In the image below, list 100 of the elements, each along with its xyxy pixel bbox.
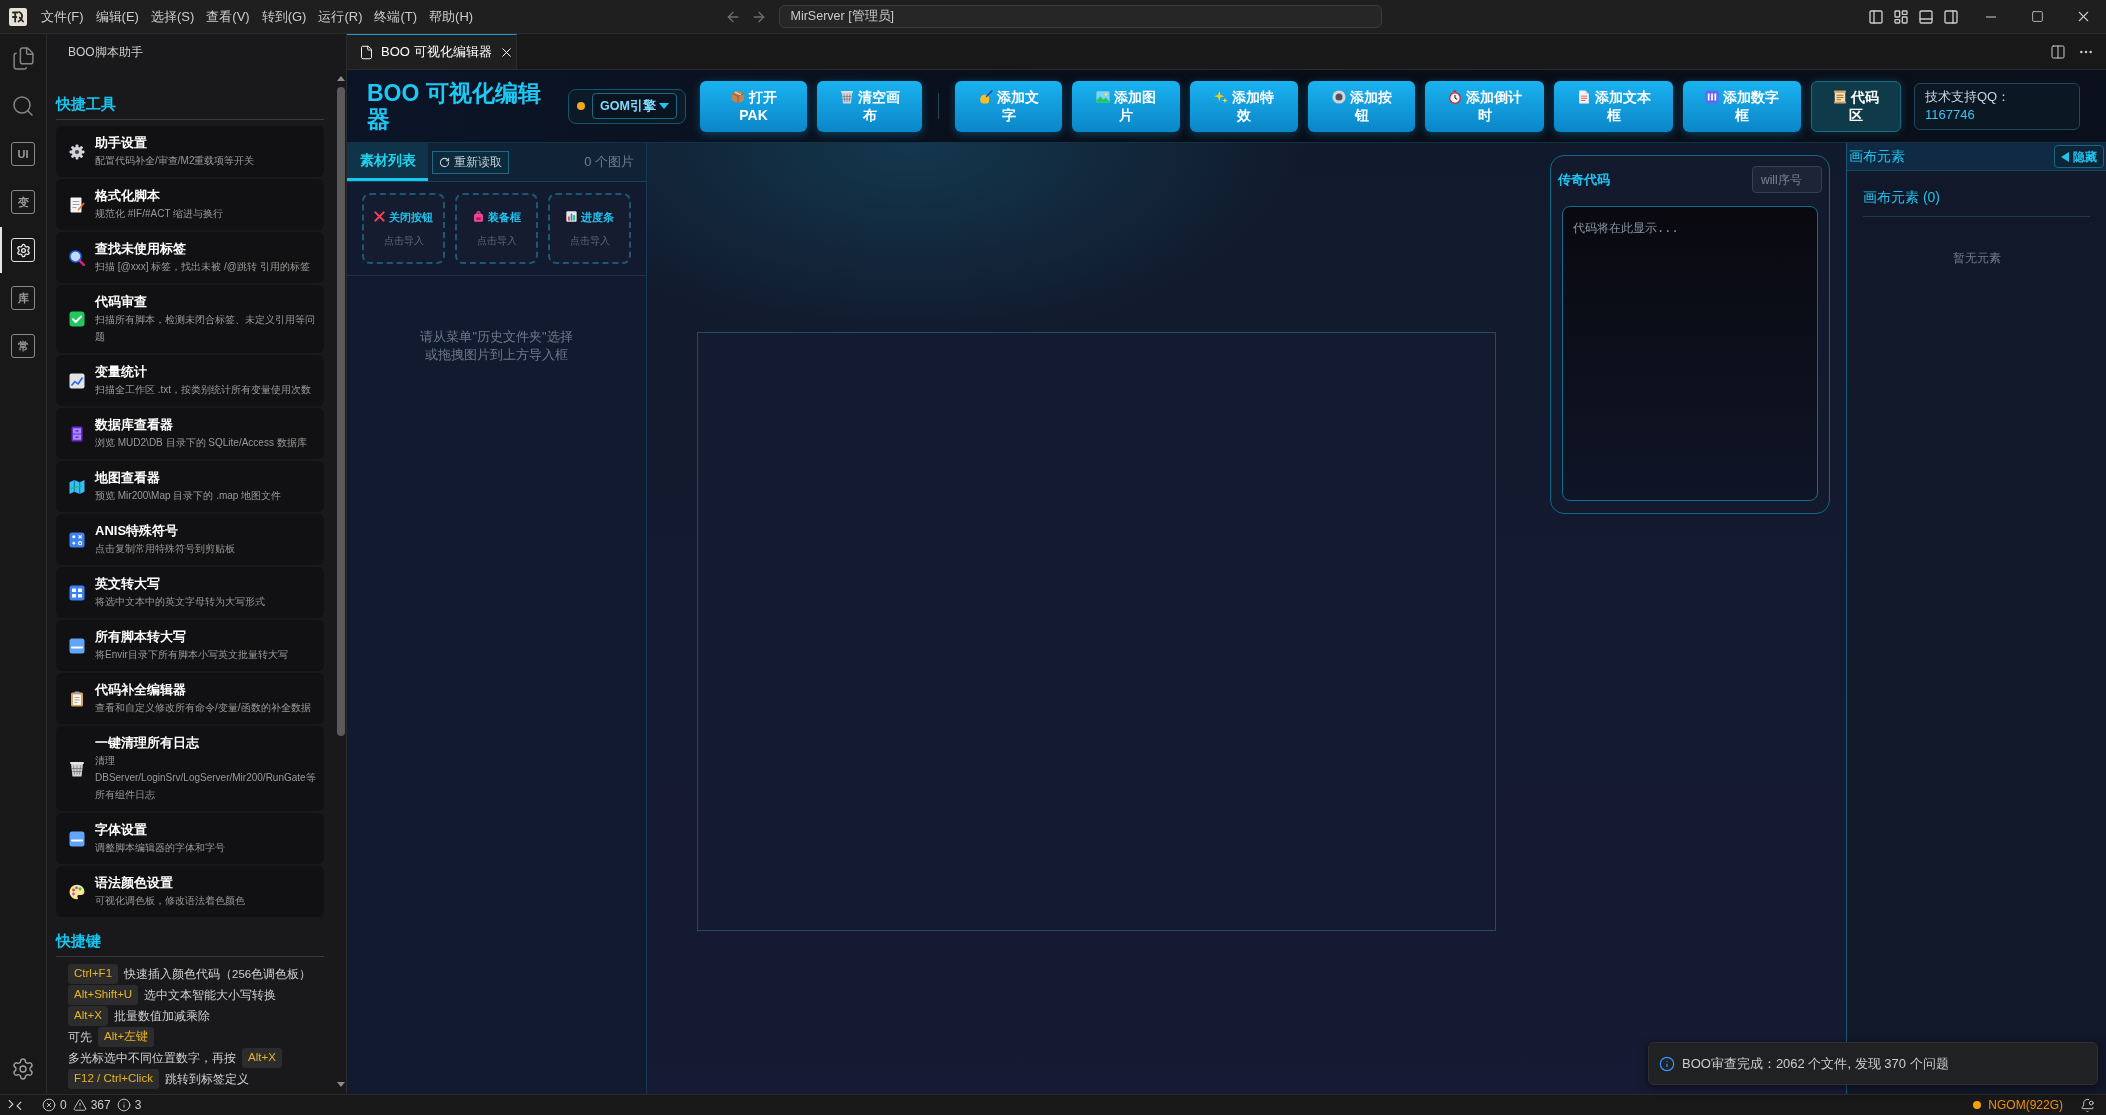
tool-card[interactable]: 字体设置 调整脚本编辑器的字体和字号 bbox=[56, 813, 324, 864]
status-dot-icon bbox=[577, 102, 585, 110]
scroll-up-icon[interactable] bbox=[336, 76, 345, 81]
tool-card[interactable]: 所有脚本转大写 将Envir目录下所有脚本小写英文批量转大写 bbox=[56, 620, 324, 671]
menu-item[interactable]: 帮助(H) bbox=[423, 4, 480, 29]
error-icon[interactable] bbox=[42, 1098, 56, 1112]
tool-card[interactable]: 地图查看器 预览 Mir200\Map 目录下的 .map 地图文件 bbox=[56, 461, 324, 512]
code-output-area[interactable]: 代码将在此显示... bbox=[1562, 206, 1818, 501]
engine-dropdown[interactable]: GOM引擎 bbox=[592, 93, 677, 119]
clipboard-icon bbox=[69, 690, 85, 707]
tool-card[interactable]: 格式化脚本 规范化 #IF/#ACT 缩进与换行 bbox=[56, 179, 324, 230]
tool-title: 地图查看器 bbox=[95, 469, 161, 487]
tool-card[interactable]: 英文转大写 将选中文本中的英文字母转为大写形式 bbox=[56, 567, 324, 618]
tool-card[interactable]: 代码审查 扫描所有脚本，检测未闭合标签、未定义引用等问题 bbox=[56, 285, 324, 353]
tool-title: 查找未使用标签 bbox=[95, 240, 187, 258]
slot-label: 装备框 bbox=[487, 209, 521, 225]
tool-card[interactable]: 变量统计 扫描全工作区 .txt，按类别统计所有变量使用次数 bbox=[56, 355, 324, 406]
hide-button[interactable]: 隐藏 bbox=[2054, 145, 2104, 168]
package-icon bbox=[730, 90, 745, 104]
split-editor-icon[interactable] bbox=[2050, 43, 2066, 60]
tool-title: 代码审查 bbox=[95, 293, 148, 311]
document-icon bbox=[1576, 90, 1591, 104]
toolbar-button[interactable]: 代码区 bbox=[1811, 80, 1901, 132]
slot-hint: 点击导入 bbox=[383, 234, 424, 249]
tool-title: 变量统计 bbox=[95, 363, 148, 381]
scroll-down-icon[interactable] bbox=[336, 1082, 345, 1087]
info-icon[interactable] bbox=[116, 1098, 131, 1112]
import-slot[interactable]: 关闭按钮 点击导入 bbox=[362, 193, 445, 264]
warning-count[interactable]: 367 bbox=[90, 1096, 111, 1114]
layout-icon[interactable] bbox=[1893, 8, 1909, 25]
error-count[interactable]: 0 bbox=[60, 1096, 67, 1114]
tool-card[interactable]: 查找未使用标签 扫描 [@xxx] 标签，找出未被 /@跳转 引用的标签 bbox=[56, 232, 324, 283]
tool-title: 一键清理所有日志 bbox=[95, 734, 200, 752]
engine-status[interactable]: NGOM(922G) bbox=[1988, 1096, 2063, 1114]
remote-icon[interactable] bbox=[8, 1098, 22, 1112]
reload-button[interactable]: 重新读取 bbox=[432, 150, 509, 174]
tool-card[interactable]: 助手设置 配置代码补全/审查/M2重载项等开关 bbox=[56, 126, 324, 177]
section-heading: 快捷工具 bbox=[56, 94, 117, 114]
tool-title: 语法颜色设置 bbox=[95, 874, 174, 892]
status-dot-icon bbox=[1973, 1101, 1982, 1109]
tool-card[interactable]: 代码补全编辑器 查看和自定义修改所有命令/变量/函数的补全数据 bbox=[56, 673, 324, 724]
sparkles-icon bbox=[1214, 90, 1228, 104]
wastebasket-icon bbox=[69, 760, 85, 777]
material-tab[interactable]: 素材列表 bbox=[347, 143, 428, 181]
activity-tab[interactable]: UI bbox=[11, 142, 35, 166]
panel-header-title: 画布元素 bbox=[1849, 147, 1905, 166]
tool-description: 可视化调色板，修改语法着色颜色 bbox=[95, 894, 246, 908]
refresh-icon bbox=[439, 156, 450, 168]
info-count[interactable]: 3 bbox=[134, 1096, 142, 1114]
checkmark-icon bbox=[69, 311, 85, 327]
caret-icon bbox=[659, 103, 669, 109]
panel-toggle-icon[interactable] bbox=[1918, 8, 1934, 25]
menu-item[interactable]: 转到(G) bbox=[255, 4, 313, 29]
activity-tab[interactable]: 库 bbox=[11, 286, 35, 310]
tool-card[interactable]: 一键清理所有日志 清理DBServer/LoginSrv/LogServer/Mir200/RunGate等所有组件日志 bbox=[56, 726, 324, 811]
elements-title: 画布元素 (0) bbox=[1863, 189, 1940, 205]
menu-item[interactable]: 运行(R) bbox=[312, 4, 369, 29]
slot-label: 进度条 bbox=[580, 209, 614, 225]
app-logo-icon[interactable] bbox=[9, 7, 27, 26]
tool-card[interactable]: 语法颜色设置 可视化调色板，修改语法着色颜色 bbox=[56, 866, 324, 917]
command-center-field[interactable]: MirServer [管理员] bbox=[778, 5, 1382, 28]
tool-card[interactable]: 数据库查看器 浏览 MUD2\DB 目录下的 SQLite/Access 数据库 bbox=[56, 408, 324, 459]
maximize-icon[interactable] bbox=[2030, 10, 2044, 23]
menu-item[interactable]: 终端(T) bbox=[368, 4, 424, 29]
tool-description: 预览 Mir200\Map 目录下的 .map 地图文件 bbox=[95, 489, 283, 503]
will-index-field[interactable]: will序号 bbox=[1752, 166, 1822, 193]
tool-title: 数据库查看器 bbox=[95, 416, 174, 434]
symbols-icon bbox=[69, 531, 85, 548]
tool-title: 字体设置 bbox=[95, 821, 148, 839]
picture-icon bbox=[1096, 90, 1110, 104]
sidebar-toggle-icon[interactable] bbox=[1868, 8, 1884, 25]
scrollbar-thumb[interactable] bbox=[336, 87, 345, 736]
image-count: 0 个图片 bbox=[584, 153, 635, 172]
menu-item[interactable]: 查看(V) bbox=[200, 4, 256, 29]
editor-tab[interactable]: BOO 可视化编辑器 bbox=[347, 34, 517, 69]
menu-item[interactable]: 编辑(E) bbox=[89, 4, 145, 29]
secondary-sidebar-icon[interactable] bbox=[1943, 8, 1959, 25]
search-icon[interactable] bbox=[11, 94, 35, 118]
section-heading: 快捷键 bbox=[56, 931, 102, 951]
notification-bell-icon[interactable] bbox=[2080, 1097, 2095, 1113]
menu-item[interactable]: 选择(S) bbox=[144, 4, 201, 29]
settings-icon[interactable] bbox=[11, 1057, 35, 1081]
activity-tab[interactable]: 常 bbox=[11, 334, 35, 358]
slot-label: 关闭按钮 bbox=[389, 209, 433, 225]
activity-tab[interactable] bbox=[11, 238, 35, 262]
import-slot[interactable]: 装备框 点击导入 bbox=[455, 193, 538, 264]
tool-description: 浏览 MUD2\DB 目录下的 SQLite/Access 数据库 bbox=[95, 436, 308, 450]
tool-description: 规范化 #IF/#ACT 缩进与换行 bbox=[95, 207, 225, 221]
import-slot[interactable]: 进度条 点击导入 bbox=[548, 193, 631, 264]
tool-description: 扫描所有脚本，检测未闭合标签、未定义引用等问题 bbox=[95, 313, 316, 344]
empty-hint-text: 或拖拽图片到上方导入框 bbox=[425, 346, 568, 364]
tool-title: 所有脚本转大写 bbox=[95, 628, 187, 646]
shortcut-key: Alt+左键 bbox=[98, 1027, 155, 1047]
files-icon[interactable] bbox=[10, 45, 36, 71]
gear-icon bbox=[69, 143, 85, 160]
warning-icon[interactable] bbox=[72, 1098, 87, 1112]
menu-item[interactable]: 文件(F) bbox=[35, 4, 90, 29]
tool-card[interactable]: ANIS特殊符号 点击复制常用特殊符号到剪贴板 bbox=[56, 514, 324, 565]
tool-description: 调整脚本编辑器的字体和字号 bbox=[95, 841, 226, 855]
activity-tab[interactable]: 变 bbox=[11, 190, 35, 214]
